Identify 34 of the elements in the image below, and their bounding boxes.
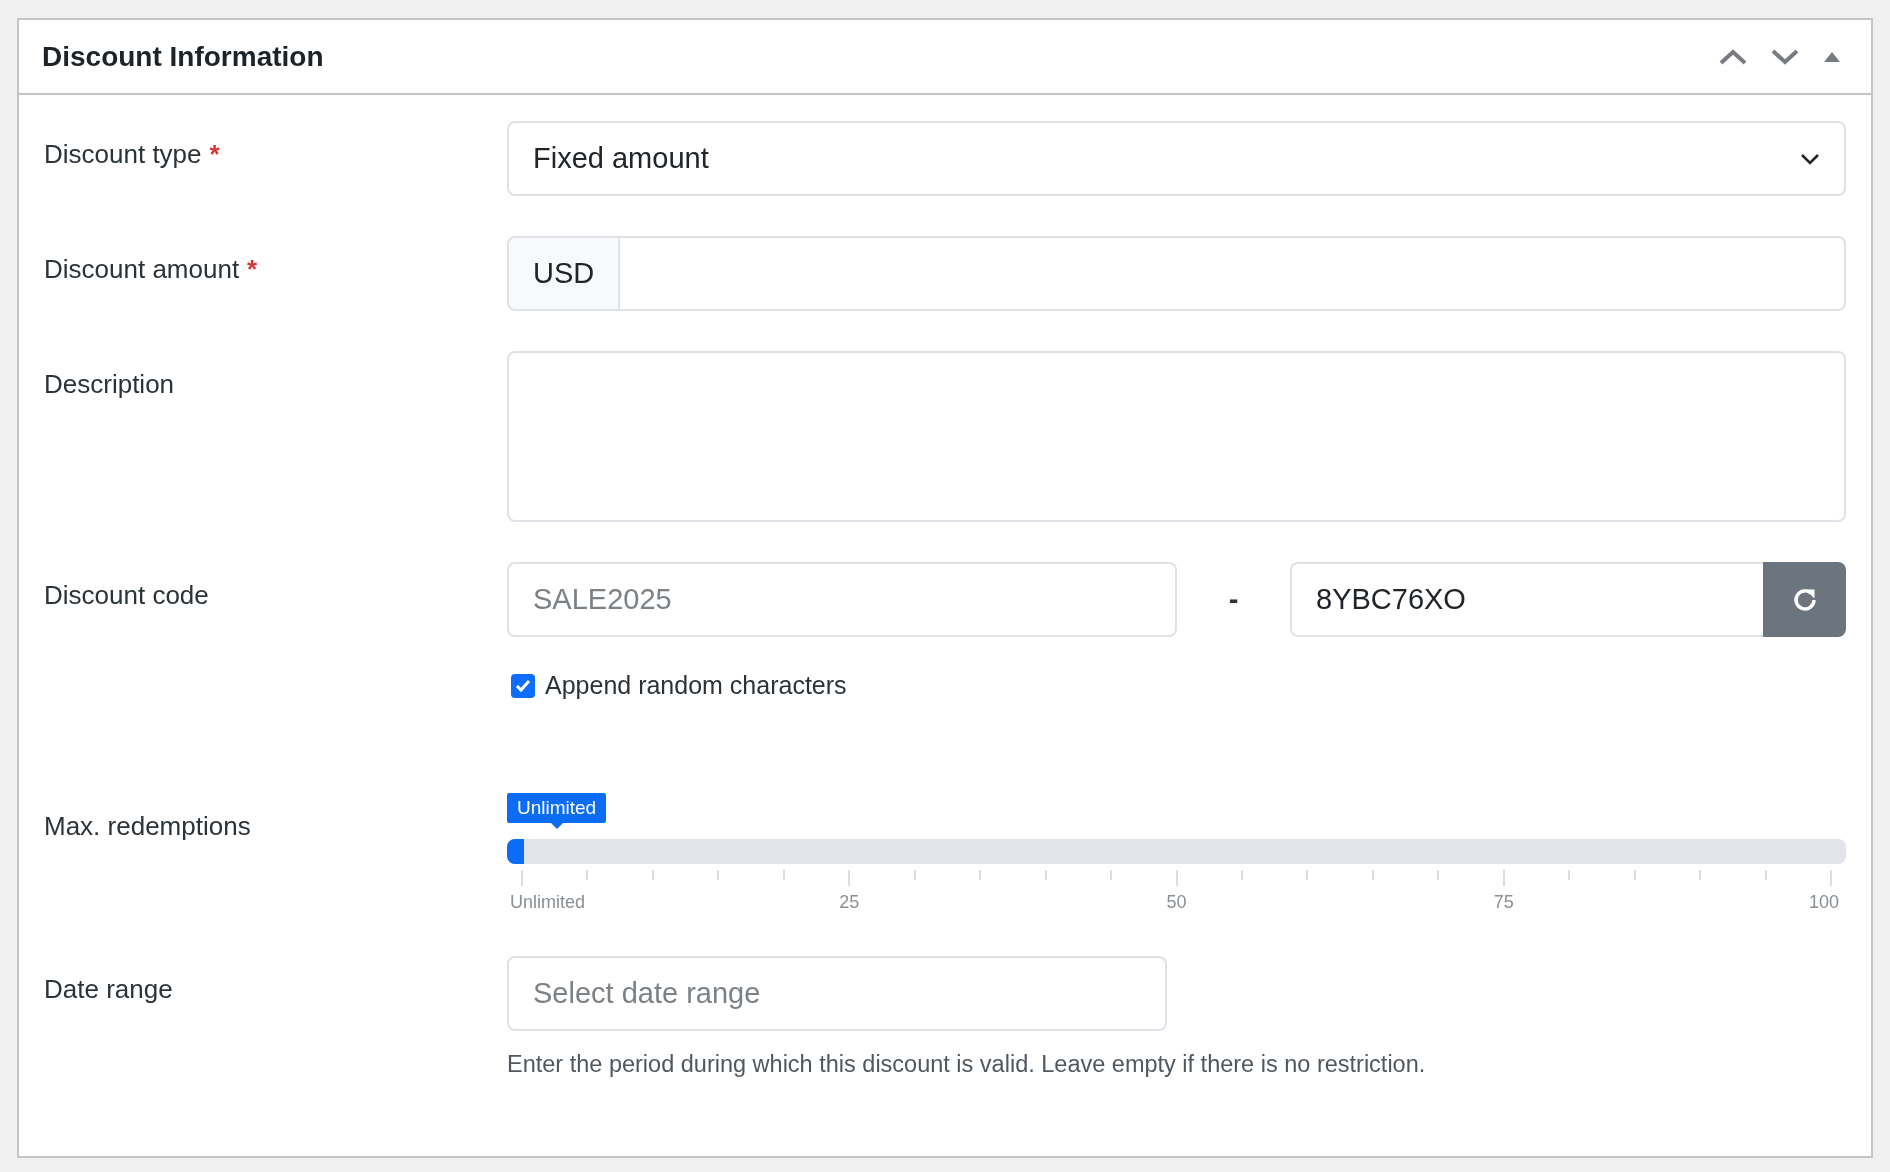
- tooltip-pointer-icon: [550, 823, 563, 829]
- discount-type-select[interactable]: Fixed amount: [507, 121, 1846, 196]
- chevron-down-icon: [1771, 48, 1799, 65]
- triangle-icon: [1823, 50, 1841, 63]
- field-label: Date range: [44, 974, 173, 1004]
- value-tooltip: Unlimited: [507, 793, 607, 829]
- currency-addon: USD: [507, 236, 621, 311]
- slider-track[interactable]: [507, 839, 1846, 864]
- field-label: Max. redemptions: [44, 811, 251, 841]
- field-label: Discount amount: [44, 254, 240, 284]
- field-label: Description: [44, 369, 175, 399]
- chevron-down-icon: [1800, 152, 1820, 165]
- tick-label: 50: [1166, 892, 1187, 913]
- help-text: Enter the period during which this discount is valid. Leave empty if there is no restriction.: [507, 1051, 1427, 1078]
- field-label: Discount code: [44, 580, 209, 610]
- panel-title: Discount Information: [42, 40, 325, 73]
- tick-label: Unlimited: [510, 892, 586, 913]
- checkmark-icon: [515, 678, 531, 693]
- amount-input[interactable]: [620, 236, 1846, 311]
- checkbox[interactable]: [511, 673, 535, 698]
- checkbox-label: Append random characters: [545, 671, 847, 700]
- chevron-up-icon: [1719, 48, 1747, 65]
- tick-label: 25: [839, 892, 860, 913]
- separator-text: -: [1227, 583, 1240, 616]
- slider-handle[interactable]: [520, 839, 524, 864]
- code-suffix-input[interactable]: 8YBC76XO: [1290, 562, 1763, 637]
- required-mark: *: [247, 254, 258, 284]
- field-label: Discount type: [44, 139, 202, 169]
- tick-label: 100: [1808, 892, 1839, 913]
- date-range-input[interactable]: Select date range: [507, 956, 1167, 1031]
- code-prefix-input[interactable]: SALE2025: [507, 562, 1177, 637]
- tick-label: 75: [1493, 892, 1514, 913]
- regenerate-button[interactable]: [1763, 562, 1846, 637]
- required-mark: *: [209, 139, 220, 169]
